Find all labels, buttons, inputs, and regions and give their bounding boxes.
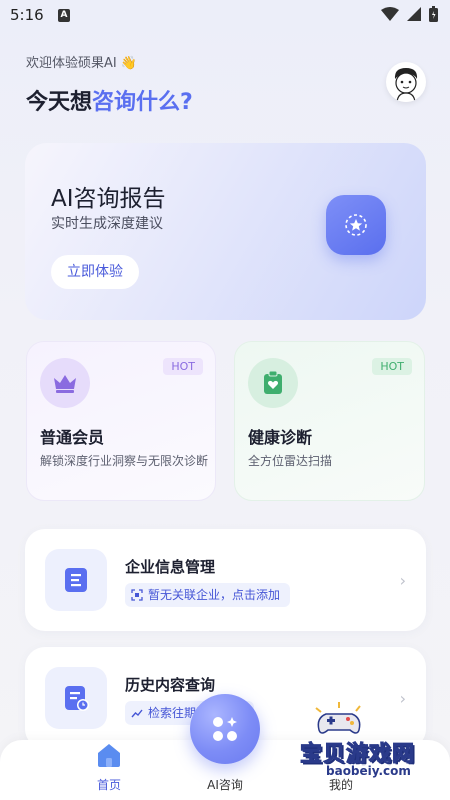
game-controller-icon (315, 702, 361, 734)
watermark-url: baobeiy.com (322, 764, 415, 778)
crown-icon (40, 358, 90, 408)
nav-home-label: 首页 (96, 778, 121, 792)
health-title: 健康诊断 (248, 428, 313, 447)
battery-icon (429, 6, 438, 22)
wifi-icon (381, 7, 399, 21)
page-headline: 今天想咨询什么? (26, 84, 193, 116)
headline-suffix: ? (180, 90, 193, 115)
notification-icon: A (58, 9, 70, 22)
nav-home[interactable]: 首页 (69, 742, 149, 793)
home-icon (98, 744, 120, 767)
avatar[interactable] (386, 62, 426, 102)
trend-icon (131, 709, 143, 718)
status-time: 5:16 (10, 6, 44, 24)
ai-consult-fab[interactable] (190, 694, 260, 764)
health-desc: 全方位雷达扫描 (248, 454, 333, 468)
chevron-right-icon: › (399, 571, 406, 590)
status-bar: 5:16 A (0, 0, 450, 32)
hero-title: AI咨询报告 (51, 186, 166, 212)
company-link-tag[interactable]: 暂无关联企业，点击添加 (125, 583, 291, 607)
nav-ai-label: AI咨询 (207, 778, 243, 792)
document-list-icon (45, 549, 107, 611)
membership-title: 普通会员 (40, 428, 105, 447)
clipboard-heart-icon (248, 358, 298, 408)
headline-highlight: 咨询什么 (92, 90, 181, 115)
scan-icon (131, 589, 143, 601)
status-icons (381, 6, 438, 22)
history-document-icon (45, 667, 107, 729)
hot-badge: HOT (372, 358, 412, 375)
health-diagnosis-card[interactable]: HOT 健康诊断 全方位雷达扫描 (234, 341, 425, 501)
watermark-logo: 宝贝游戏网 baobeiy.com (296, 700, 446, 790)
membership-desc: 解锁深度行业洞察与无限次诊断 (40, 454, 209, 468)
ai-report-hero-card[interactable]: AI咨询报告 实时生成深度建议 立即体验 (25, 143, 426, 320)
star-badge-icon (326, 195, 386, 255)
company-info-row[interactable]: 企业信息管理 暂无关联企业，点击添加 › (25, 529, 426, 631)
membership-card[interactable]: HOT 普通会员 解锁深度行业洞察与无限次诊断 (26, 341, 216, 501)
company-link-text: 暂无关联企业，点击添加 (148, 588, 281, 602)
hot-badge: HOT (163, 358, 203, 375)
history-query-title: 历史内容查询 (125, 676, 216, 694)
company-info-title: 企业信息管理 (125, 558, 216, 576)
nav-ai-consult[interactable]: AI咨询 (185, 776, 265, 793)
sparkle-grid-icon (213, 717, 237, 741)
headline-prefix: 今天想 (26, 90, 93, 115)
signal-icon (407, 7, 421, 21)
hero-subtitle: 实时生成深度建议 (51, 216, 163, 232)
welcome-text: 欢迎体验硕果AI 👋 (26, 56, 138, 71)
try-now-button[interactable]: 立即体验 (51, 255, 139, 289)
avatar-cartoon-icon (394, 68, 418, 102)
